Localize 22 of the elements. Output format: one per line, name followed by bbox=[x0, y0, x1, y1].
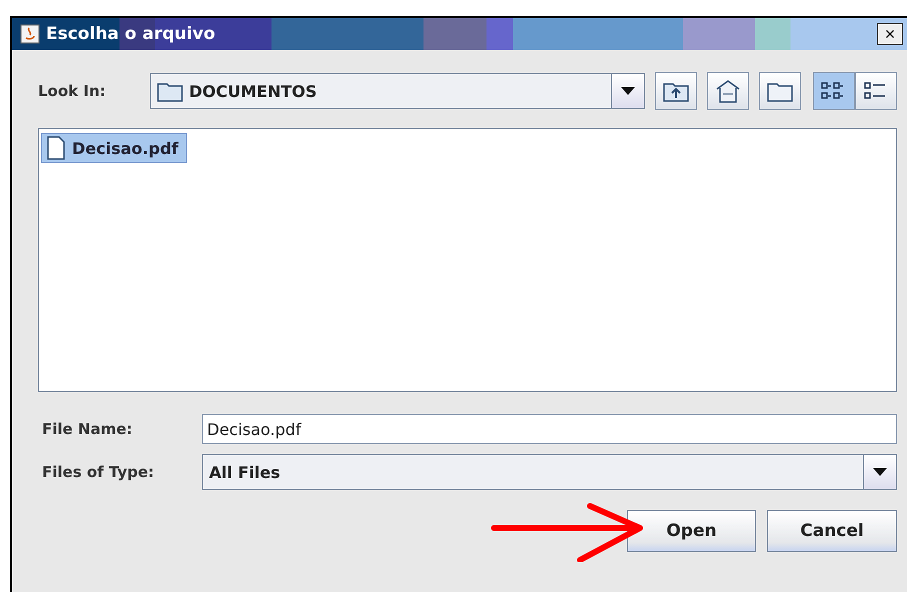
details-view-button[interactable] bbox=[855, 72, 897, 110]
new-folder-icon[interactable] bbox=[759, 72, 801, 110]
caret-icon bbox=[873, 468, 887, 476]
dropdown[interactable]: DOCUMENTOS bbox=[150, 73, 645, 109]
close-button[interactable]: × bbox=[877, 23, 903, 45]
cancel-button[interactable]: Cancel bbox=[767, 510, 897, 552]
dropdown-value: All Files bbox=[209, 462, 280, 482]
list-view-button[interactable] bbox=[813, 72, 855, 110]
document-icon bbox=[46, 136, 66, 160]
dropdown[interactable]: All Files bbox=[202, 454, 897, 490]
app-icon bbox=[20, 24, 40, 44]
home-icon[interactable] bbox=[707, 72, 749, 110]
field-label: File Name: bbox=[42, 420, 134, 438]
field-label: Look In: bbox=[38, 82, 107, 100]
caret-icon bbox=[621, 87, 635, 95]
field-label: Files of Type: bbox=[42, 463, 156, 481]
file-name-field[interactable]: Decisao.pdf bbox=[202, 414, 897, 444]
open-button[interactable]: Open bbox=[627, 510, 756, 552]
file-item[interactable]: Decisao.pdf bbox=[41, 133, 188, 163]
window-title: Escolha o arquivo bbox=[46, 24, 216, 44]
dropdown-value: DOCUMENTOS bbox=[189, 82, 317, 100]
up-folder-icon[interactable] bbox=[655, 72, 697, 110]
